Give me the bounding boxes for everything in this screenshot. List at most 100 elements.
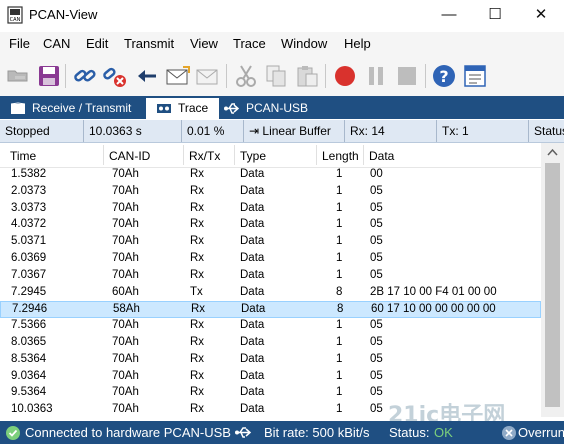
table-row[interactable]: 7.5366 70Ah Rx Data 05 1 [0, 318, 541, 335]
column-header-rx-tx[interactable]: Rx/Tx [189, 149, 220, 163]
table-row[interactable]: 3.0373 70Ah Rx Data 05 1 [0, 201, 541, 218]
cell-type: Data [240, 336, 265, 348]
toolbar-separator [425, 64, 426, 88]
cell-can-id: 70Ah [112, 336, 139, 348]
buffer-mode: ⇥ Linear Buffer [244, 120, 345, 142]
title-bar: CAN PCAN-View — ☐ ✕ [0, 0, 564, 30]
cell-length: 1 [336, 319, 343, 332]
paste-icon[interactable] [294, 63, 320, 89]
cell-can-id: 70Ah [112, 218, 139, 231]
column-header-time[interactable]: Time [10, 149, 36, 163]
menu-edit[interactable]: Edit [86, 36, 108, 51]
mail-icon[interactable] [195, 63, 221, 89]
tab-receive-transmit[interactable]: Receive / Transmit [0, 98, 143, 119]
connect-icon[interactable] [5, 63, 31, 89]
menu-view[interactable]: View [190, 36, 218, 51]
disconnect-icon[interactable] [102, 63, 128, 89]
scroll-up-arrow-icon[interactable] [541, 143, 564, 163]
cell-length: 1 [336, 201, 343, 214]
cell-type: Data [240, 252, 265, 264]
trace-status-bar: Stopped 10.0363 s 0.01 % ⇥ Linear Buffer… [0, 120, 564, 143]
cell-type: Data [240, 168, 265, 180]
menu-can[interactable]: CAN [43, 36, 70, 51]
menu-file[interactable]: File [9, 36, 30, 51]
stop-icon[interactable] [394, 63, 420, 89]
column-header-can-id[interactable]: CAN-ID [109, 149, 150, 163]
cell-time: 7.2946 [12, 303, 48, 316]
table-row[interactable]: 8.5364 70Ah Rx Data 05 1 [0, 352, 541, 369]
table-row[interactable]: 6.0369 70Ah Rx Data 05 1 [0, 251, 541, 268]
table-row[interactable]: 7.2945 60Ah Tx Data 2B 17 10 00 F4 01 00 00 8 [0, 285, 541, 302]
menu-transmit[interactable]: Transmit [124, 36, 174, 51]
cell-data: 05 [370, 252, 383, 264]
cell-direction: Rx [190, 336, 205, 348]
column-divider[interactable] [234, 145, 235, 165]
tab-pcan-usb[interactable]: PCAN-USB [214, 98, 326, 119]
table-row[interactable]: 7.2946 58Ah Rx Data 60 17 10 00 00 00 00 00 8 [0, 301, 541, 319]
column-header-length[interactable]: Length [322, 149, 359, 163]
copy-icon[interactable] [263, 63, 289, 89]
column-header-data[interactable]: Data [369, 149, 394, 163]
scrollbar-thumb[interactable] [545, 163, 560, 407]
cell-can-id: 70Ah [112, 268, 139, 281]
toolbar-separator [325, 64, 326, 88]
minimize-button[interactable]: — [426, 0, 472, 30]
menu-trace[interactable]: Trace [233, 36, 266, 51]
cell-direction: Tx [190, 285, 203, 298]
cut-icon[interactable] [233, 63, 259, 89]
table-row[interactable]: 1.5382 70Ah Rx Data 00 1 [0, 167, 541, 184]
cell-data: 05 [370, 184, 383, 197]
toolbar-separator [65, 64, 66, 88]
menu-window[interactable]: Window [281, 36, 327, 51]
link-icon[interactable] [72, 63, 98, 89]
cell-time: 5.0371 [11, 235, 47, 248]
cell-direction: Rx [190, 319, 205, 332]
close-button[interactable]: ✕ [518, 0, 564, 30]
table-row[interactable]: 7.0367 70Ah Rx Data 05 1 [0, 268, 541, 285]
table-row[interactable]: 5.0371 70Ah Rx Data 05 1 [0, 234, 541, 251]
tab-trace[interactable]: Trace [146, 98, 219, 119]
cell-type: Data [240, 386, 265, 399]
column-divider[interactable] [103, 145, 104, 165]
cell-can-id: 70Ah [112, 386, 139, 399]
toolbar: ? [0, 56, 564, 96]
trace-time: 10.0363 s [84, 120, 182, 142]
cell-length: 1 [336, 268, 343, 281]
toolbar-separator [226, 64, 227, 88]
status-label: Status [534, 124, 564, 138]
cell-type: Data [240, 319, 265, 332]
cell-length: 1 [336, 369, 343, 382]
help-icon[interactable]: ? [431, 63, 457, 89]
table-row[interactable]: 8.0365 70Ah Rx Data 05 1 [0, 335, 541, 352]
properties-icon[interactable] [462, 63, 488, 89]
vertical-scrollbar[interactable] [541, 143, 564, 417]
trace-grid-header: Time CAN-ID Rx/Tx Type Length Data [0, 143, 541, 168]
receive-icon[interactable] [134, 63, 160, 89]
overrun-indicator-icon [502, 426, 516, 440]
maximize-button[interactable]: ☐ [472, 0, 518, 30]
cell-direction: Rx [190, 168, 205, 180]
buffer-arrow-icon: ⇥ [249, 124, 263, 138]
column-divider[interactable] [363, 145, 364, 165]
record-icon[interactable] [332, 63, 358, 89]
cell-data: 05 [370, 235, 383, 248]
cell-time: 7.5366 [11, 319, 47, 332]
send-mail-icon[interactable] [165, 63, 191, 89]
table-row[interactable]: 2.0373 70Ah Rx Data 05 1 [0, 184, 541, 201]
table-row[interactable]: 9.0364 70Ah Rx Data 05 1 [0, 369, 541, 386]
column-divider[interactable] [183, 145, 184, 165]
connected-check-icon [6, 426, 20, 440]
cell-length: 1 [336, 386, 343, 399]
cell-length: 1 [336, 336, 343, 348]
column-divider[interactable] [316, 145, 317, 165]
pause-icon[interactable] [363, 63, 389, 89]
receive-transmit-icon [10, 102, 26, 114]
bus-status-value: OK [434, 425, 453, 440]
trace-icon [157, 104, 171, 113]
cell-direction: Rx [190, 352, 205, 365]
menu-help[interactable]: Help [344, 36, 371, 51]
column-header-type[interactable]: Type [240, 149, 266, 163]
table-row[interactable]: 4.0372 70Ah Rx Data 05 1 [0, 217, 541, 234]
save-icon[interactable] [36, 63, 62, 89]
cell-time: 1.5382 [11, 168, 47, 180]
